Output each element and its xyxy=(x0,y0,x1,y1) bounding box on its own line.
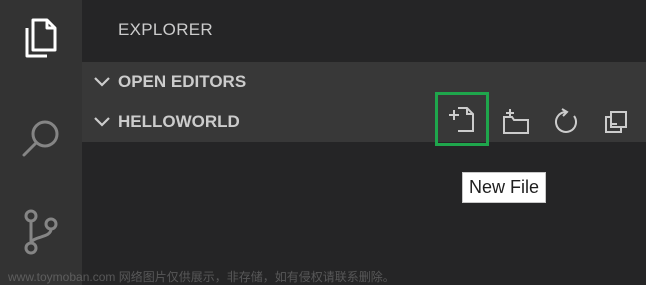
open-editors-label: OPEN EDITORS xyxy=(118,72,247,91)
section-actions xyxy=(82,92,646,146)
new-folder-button[interactable] xyxy=(494,106,538,138)
search-icon[interactable] xyxy=(0,108,82,168)
activity-bar xyxy=(0,0,82,285)
collapse-all-button[interactable] xyxy=(594,106,638,138)
source-control-icon[interactable] xyxy=(0,202,82,262)
helloworld-section[interactable]: HELLOWORLD xyxy=(82,92,646,146)
explorer-sidebar: EXPLORER OPEN EDITORS HELLOWORLD xyxy=(82,0,646,285)
open-editors-section[interactable]: OPEN EDITORS xyxy=(82,62,646,102)
explorer-title: EXPLORER xyxy=(118,20,213,39)
new-file-button[interactable] xyxy=(435,92,489,146)
refresh-button[interactable] xyxy=(544,106,588,138)
new-file-tooltip: New File xyxy=(462,172,547,203)
files-icon[interactable] xyxy=(0,8,82,68)
watermark: www.toymoban.com 网络图片仅供展示，非存储，如有侵权请联系删除。 xyxy=(8,270,395,284)
chevron-down-icon xyxy=(90,70,114,94)
